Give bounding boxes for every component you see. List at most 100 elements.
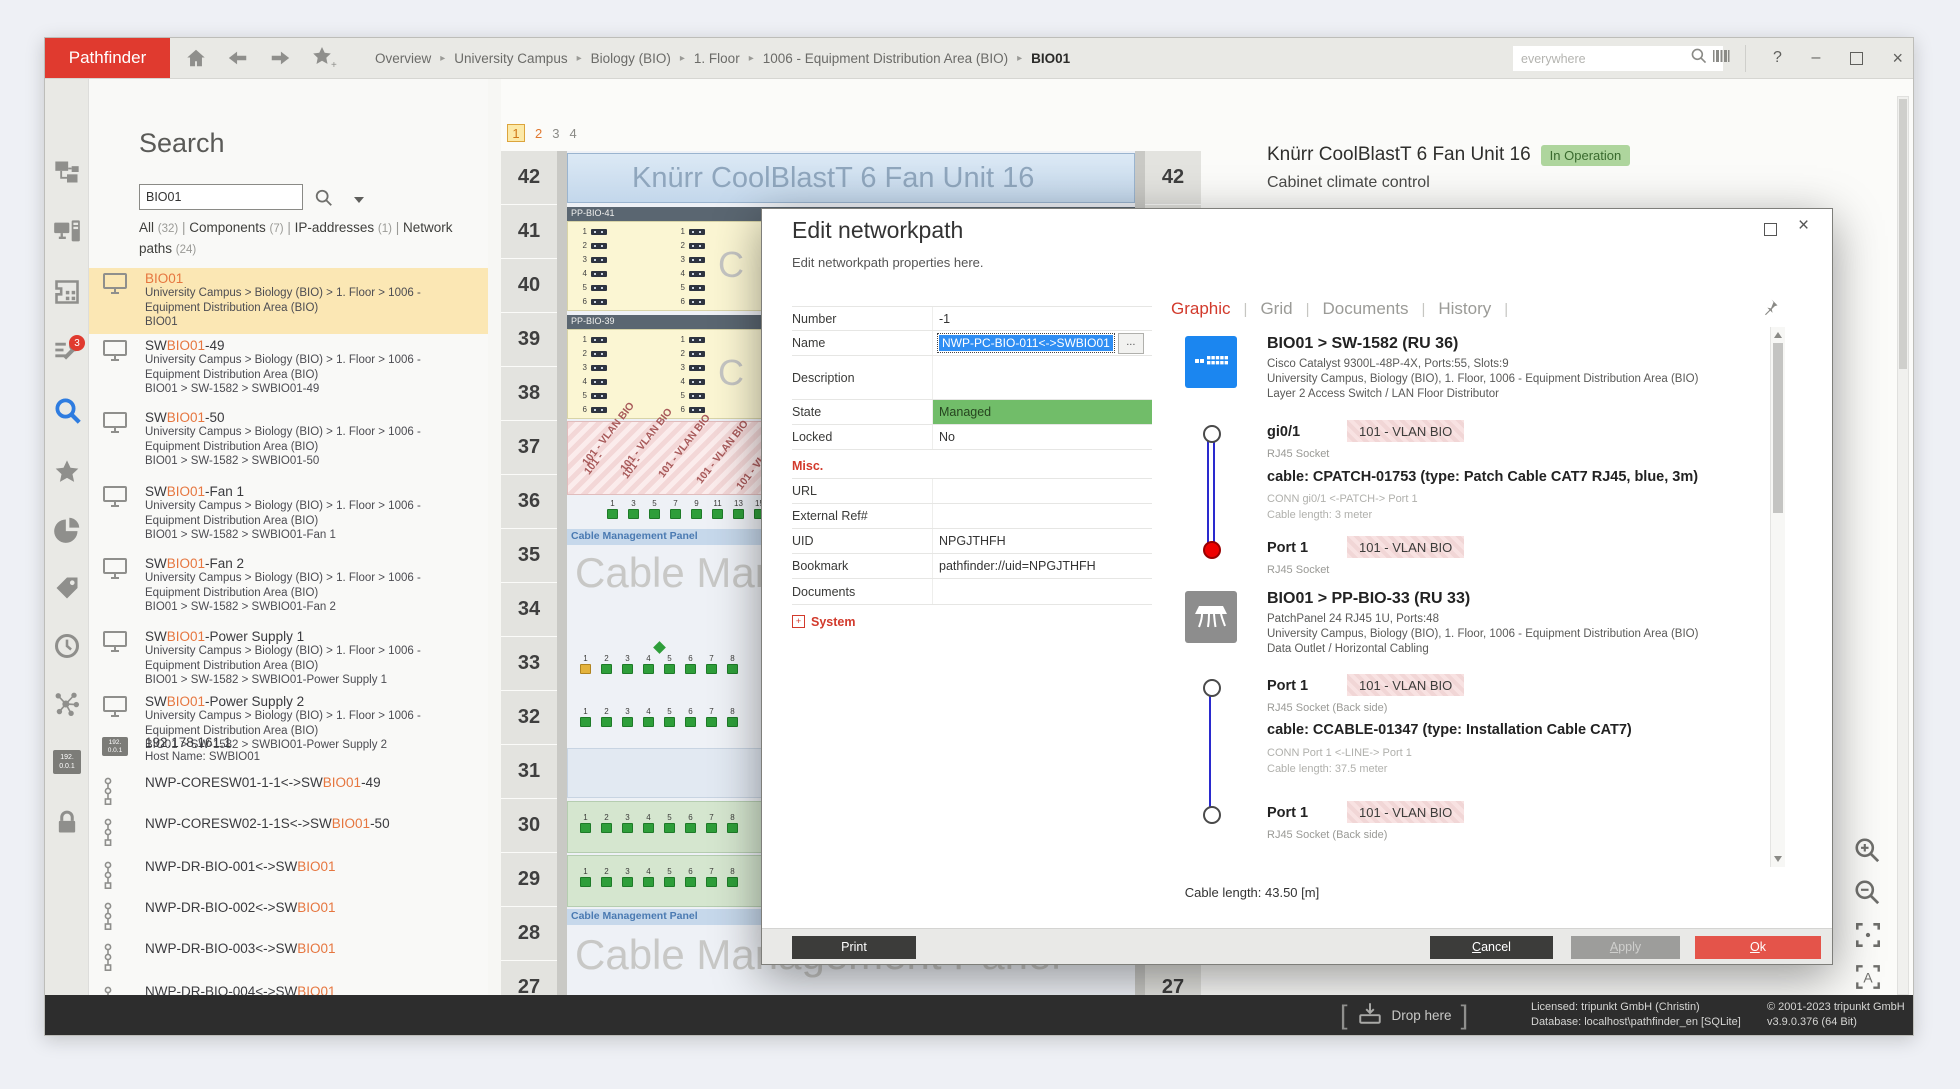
- rack-port[interactable]: 8: [727, 707, 738, 727]
- rack-port[interactable]: 4: [643, 813, 654, 833]
- search-options-caret-icon[interactable]: [354, 197, 364, 203]
- rack-port[interactable]: 13: [733, 499, 744, 519]
- dialog-close-icon[interactable]: ×: [1798, 215, 1809, 237]
- back-icon[interactable]: [227, 47, 249, 69]
- search-icon[interactable]: [1690, 47, 1708, 70]
- rack-port[interactable]: 7: [706, 813, 717, 833]
- rack-port[interactable]: 7: [706, 867, 717, 887]
- rack-port[interactable]: 9: [691, 499, 702, 519]
- url-value[interactable]: [932, 479, 1152, 503]
- rack-port[interactable]: 3: [628, 499, 639, 519]
- rack-port[interactable]: 7: [706, 707, 717, 727]
- rack-page-tab[interactable]: 4: [569, 126, 576, 141]
- name-more-button[interactable]: ...: [1118, 333, 1144, 354]
- rack-page-tab[interactable]: 2: [535, 126, 542, 141]
- documents-value[interactable]: [932, 579, 1152, 604]
- search-result[interactable]: NWP-DR-BIO-003<->SWBIO01: [88, 938, 488, 968]
- number-value[interactable]: -1: [932, 307, 1152, 330]
- name-field[interactable]: NWP-PC-BIO-011<->SWBIO01...: [932, 331, 1152, 355]
- fit-selection-icon[interactable]: [1853, 920, 1883, 955]
- search-filter[interactable]: IP-addresses: [295, 220, 378, 235]
- form-section-system[interactable]: + System: [792, 609, 1152, 634]
- zoom-in-icon[interactable]: [1853, 836, 1883, 871]
- cable-title[interactable]: cable: CPATCH-01753 (type: Patch Cable C…: [1267, 469, 1698, 485]
- rack-port[interactable]: 1: [580, 707, 591, 727]
- path-node-title[interactable]: BIO01 > SW-1582 (RU 36): [1267, 335, 1458, 353]
- search-submit-icon[interactable]: [314, 188, 334, 213]
- rack-port[interactable]: 5: [664, 707, 675, 727]
- rack-port[interactable]: 8: [727, 654, 738, 674]
- expand-icon[interactable]: +: [792, 615, 805, 628]
- favorite-add-icon[interactable]: +: [311, 46, 337, 70]
- search-result[interactable]: NWP-DR-BIO-004<->SWBIO01: [88, 981, 488, 995]
- connector-circle[interactable]: [1203, 679, 1221, 697]
- rack-port[interactable]: 2: [601, 707, 612, 727]
- panel-scrollbar[interactable]: [1897, 96, 1909, 995]
- rack-port[interactable]: 1: [607, 499, 618, 519]
- rack-port[interactable]: 2: [601, 813, 612, 833]
- rack-port[interactable]: 3: [622, 654, 633, 674]
- search-result[interactable]: NWP-DR-BIO-001<->SWBIO01: [88, 856, 488, 886]
- topology-icon[interactable]: [53, 158, 81, 186]
- tags-icon[interactable]: [53, 574, 81, 602]
- graphic-scrollbar[interactable]: [1770, 327, 1785, 867]
- breadcrumb-item[interactable]: University Campus: [454, 51, 567, 66]
- dialog-maximize-icon[interactable]: [1764, 223, 1777, 236]
- maximize-button[interactable]: [1850, 52, 1863, 65]
- search-nav-icon[interactable]: [53, 396, 81, 424]
- rack-port[interactable]: 7: [670, 499, 681, 519]
- app-logo[interactable]: Pathfinder: [45, 38, 170, 78]
- patchpanel-device-icon[interactable]: [1185, 591, 1237, 643]
- rack-page-tab[interactable]: 1: [507, 124, 525, 142]
- favorites-icon[interactable]: [53, 458, 81, 486]
- rack-port[interactable]: 1: [580, 813, 591, 833]
- search-result[interactable]: NWP-DR-BIO-002<->SWBIO01: [88, 897, 488, 927]
- ip-addresses-icon[interactable]: 192.0.0.1: [53, 750, 81, 774]
- search-result[interactable]: 192.0.0.1192.178.161.1Host Name: SWBIO01: [88, 732, 488, 770]
- pin-icon[interactable]: [1760, 297, 1780, 322]
- search-query-input[interactable]: [139, 184, 303, 210]
- dialog-tab-documents[interactable]: Documents: [1322, 299, 1408, 319]
- breadcrumb-item[interactable]: BIO01: [1031, 51, 1070, 66]
- security-icon[interactable]: [53, 808, 81, 836]
- cable-title[interactable]: cable: CCABLE-01347 (type: Installation …: [1267, 722, 1632, 738]
- search-result[interactable]: SWBIO01-49University Campus > Biology (B…: [88, 335, 488, 401]
- search-filter[interactable]: Components: [189, 220, 269, 235]
- minimize-button[interactable]: –: [1811, 49, 1820, 67]
- rack-port[interactable]: 6: [685, 654, 696, 674]
- forward-icon[interactable]: [269, 47, 291, 69]
- history-icon[interactable]: [53, 632, 81, 660]
- rack-port[interactable]: 5: [649, 499, 660, 519]
- bookmark-value[interactable]: pathfinder://uid=NPGJTHFH: [932, 554, 1152, 578]
- rack-item-fan-unit[interactable]: Knürr CoolBlastT 6 Fan Unit 16: [567, 153, 1135, 203]
- rack-port[interactable]: 8: [727, 867, 738, 887]
- rack-port[interactable]: 5: [664, 867, 675, 887]
- connector-circle[interactable]: [1203, 425, 1221, 443]
- search-result[interactable]: SWBIO01-Fan 1University Campus > Biology…: [88, 481, 488, 547]
- breadcrumb-item[interactable]: Biology (BIO): [591, 51, 671, 66]
- path-node-title[interactable]: BIO01 > PP-BIO-33 (RU 33): [1267, 590, 1470, 608]
- close-button[interactable]: ×: [1892, 48, 1903, 69]
- rack-port[interactable]: 1: [580, 654, 591, 674]
- print-button[interactable]: Print: [792, 936, 916, 959]
- extref-value[interactable]: [932, 504, 1152, 528]
- search-result[interactable]: NWP-CORESW01-1-1<->SWBIO01-49: [88, 772, 488, 802]
- rack-port[interactable]: 7: [706, 654, 717, 674]
- reports-icon[interactable]: [53, 516, 81, 544]
- rack-port[interactable]: 3: [622, 813, 633, 833]
- rack-port[interactable]: 11: [712, 499, 723, 519]
- locked-value[interactable]: No: [932, 425, 1152, 449]
- rack-port[interactable]: 8: [727, 813, 738, 833]
- rack-port[interactable]: 3: [622, 867, 633, 887]
- rack-port[interactable]: 6: [685, 707, 696, 727]
- apply-button[interactable]: Apply: [1571, 936, 1680, 959]
- rack-port[interactable]: 6: [685, 867, 696, 887]
- breadcrumb-item[interactable]: 1006 - Equipment Distribution Area (BIO): [763, 51, 1008, 66]
- rack-port[interactable]: 1: [580, 867, 591, 887]
- home-icon[interactable]: [185, 47, 207, 69]
- drop-here-target[interactable]: [ Drop here ]: [1340, 995, 1468, 1035]
- components-icon[interactable]: [53, 218, 81, 246]
- search-result[interactable]: SWBIO01-Fan 2University Campus > Biology…: [88, 553, 488, 619]
- zoom-out-icon[interactable]: [1853, 878, 1883, 913]
- rack-port[interactable]: 2: [601, 867, 612, 887]
